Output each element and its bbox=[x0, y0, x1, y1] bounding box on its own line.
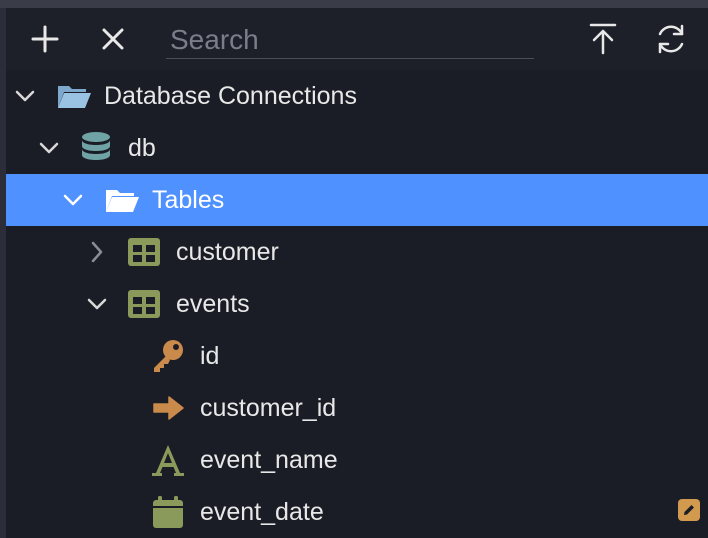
tree-node-table-customer[interactable]: customer bbox=[6, 226, 708, 278]
database-icon bbox=[82, 132, 110, 160]
edit-button[interactable] bbox=[678, 499, 700, 521]
tree-node-column-event-name[interactable]: event_name bbox=[6, 434, 708, 486]
tree-node-label: events bbox=[176, 290, 250, 318]
refresh-button[interactable] bbox=[650, 18, 692, 60]
folder-open-icon bbox=[106, 190, 139, 212]
tree-node-database-connections[interactable]: Database Connections bbox=[6, 70, 708, 122]
key-icon bbox=[154, 340, 183, 372]
tree-node-tables[interactable]: Tables bbox=[6, 174, 708, 226]
tree-node-label: customer_id bbox=[200, 394, 337, 422]
chevron-down-icon[interactable] bbox=[84, 291, 110, 317]
toolbar bbox=[6, 8, 708, 70]
pencil-icon bbox=[684, 505, 694, 515]
tree-node-db[interactable]: db bbox=[6, 122, 708, 174]
chevron-down-icon[interactable] bbox=[12, 83, 38, 109]
tree-node-column-customer-id[interactable]: customer_id bbox=[6, 382, 708, 434]
connection-tree: Database Connections db Tables customer … bbox=[6, 70, 708, 538]
tree-node-label: event_name bbox=[200, 446, 338, 474]
chevron-down-icon[interactable] bbox=[60, 187, 86, 213]
arrow-right-icon bbox=[153, 396, 184, 420]
collapse-all-button[interactable] bbox=[582, 18, 624, 60]
tree-node-table-events[interactable]: events bbox=[6, 278, 708, 330]
add-connection-button[interactable] bbox=[24, 18, 66, 60]
refresh-icon bbox=[658, 24, 684, 54]
tree-node-label: customer bbox=[176, 238, 279, 266]
close-icon bbox=[102, 28, 124, 50]
table-icon bbox=[128, 290, 160, 318]
table-icon bbox=[128, 238, 160, 266]
window-top-strip bbox=[0, 0, 708, 8]
arrow-up-to-line-icon bbox=[589, 23, 617, 55]
tree-node-label: Tables bbox=[152, 186, 225, 214]
tree-node-label: db bbox=[128, 134, 156, 162]
plus-icon bbox=[31, 25, 59, 53]
tree-node-column-id[interactable]: id bbox=[6, 330, 708, 382]
tree-node-label: id bbox=[200, 342, 220, 370]
search-input[interactable] bbox=[166, 22, 534, 59]
calendar-icon bbox=[153, 496, 183, 528]
tree-node-label: Database Connections bbox=[104, 82, 357, 110]
tree-node-label: event_date bbox=[200, 498, 324, 526]
text-type-icon bbox=[152, 445, 184, 476]
remove-connection-button[interactable] bbox=[92, 18, 134, 60]
tree-node-column-event-date[interactable]: event_date bbox=[6, 486, 708, 538]
folder-open-icon bbox=[58, 86, 91, 108]
chevron-right-icon[interactable] bbox=[84, 239, 110, 265]
chevron-down-icon[interactable] bbox=[36, 135, 62, 161]
